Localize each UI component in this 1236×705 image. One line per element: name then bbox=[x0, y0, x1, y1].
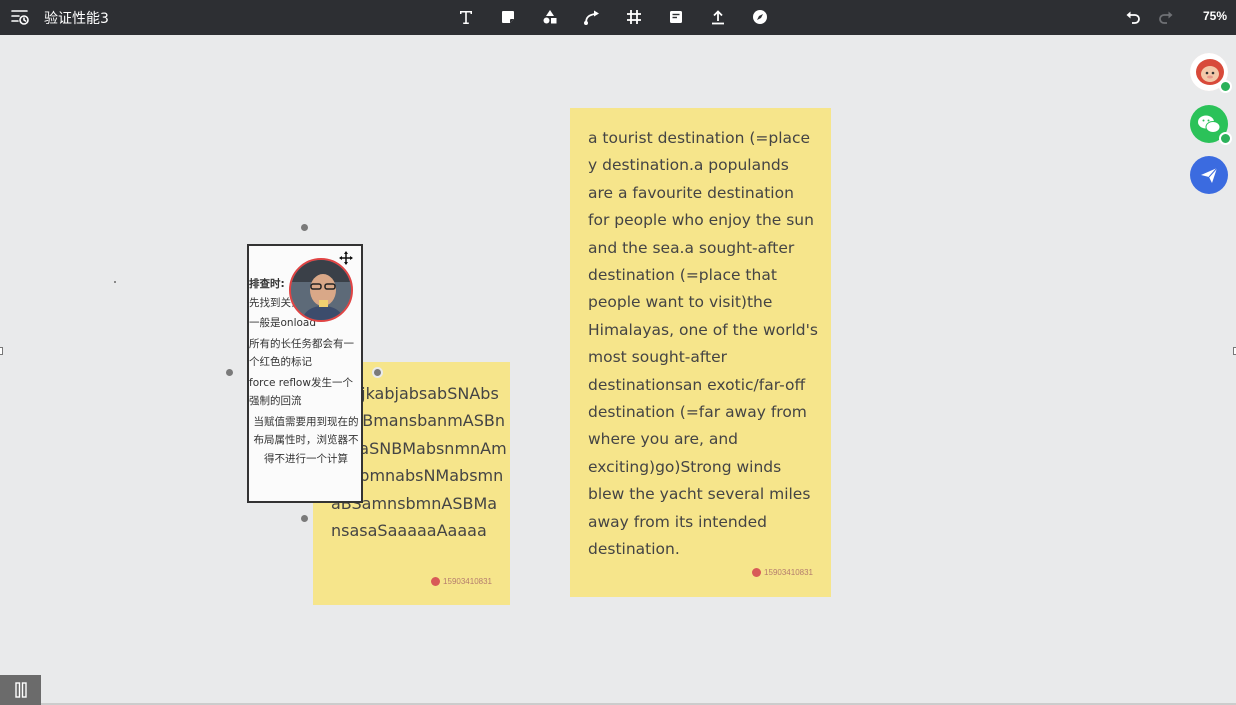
send-icon[interactable] bbox=[1190, 156, 1228, 194]
connector-icon[interactable] bbox=[580, 5, 604, 29]
whiteboard-canvas[interactable]: a tourist destination (=place y destinat… bbox=[0, 35, 1236, 705]
selection-handle-bottom[interactable] bbox=[299, 513, 310, 524]
selection-handle-top[interactable] bbox=[299, 222, 310, 233]
note-author-id: 15903410831 bbox=[443, 577, 492, 586]
undo-icon[interactable] bbox=[1121, 5, 1145, 29]
text-icon[interactable] bbox=[454, 5, 478, 29]
top-toolbar: 验证性能3 75% bbox=[0, 0, 1236, 35]
template-icon[interactable] bbox=[664, 5, 688, 29]
text-card-selected[interactable]: 排查时: 先找到关键 一般是onload 所有的长任务都会有一个红色的标记 fo… bbox=[247, 244, 363, 503]
canvas-edge-handle-left[interactable] bbox=[0, 347, 3, 355]
author-avatar-icon bbox=[752, 568, 762, 577]
zoom-level[interactable]: 75% bbox=[1203, 9, 1227, 23]
redo-icon[interactable] bbox=[1154, 5, 1178, 29]
card-line: force reflow发生一个强制的回流 bbox=[249, 376, 353, 408]
selection-handle-right[interactable] bbox=[372, 367, 383, 378]
move-icon[interactable] bbox=[339, 251, 353, 265]
user-avatar[interactable] bbox=[1190, 53, 1232, 93]
frame-icon[interactable] bbox=[622, 5, 646, 29]
selection-handle-left[interactable] bbox=[224, 367, 235, 378]
pause-icon[interactable] bbox=[0, 675, 41, 705]
note-author: 15903410831 bbox=[752, 568, 813, 577]
note-author-id: 15903410831 bbox=[764, 568, 813, 577]
shapes-icon[interactable] bbox=[538, 5, 562, 29]
author-avatar-icon bbox=[431, 577, 441, 586]
note-author: 15903410831 bbox=[431, 577, 492, 586]
sticky-note[interactable]: a tourist destination (=place y destinat… bbox=[570, 108, 831, 597]
menu-icon[interactable] bbox=[10, 7, 30, 27]
card-center-text: 当赋值需要用到现在的布局属性时，浏览器不得不进行一个计算 bbox=[253, 415, 359, 465]
card-image bbox=[289, 258, 353, 322]
board-title[interactable]: 验证性能3 bbox=[44, 8, 109, 28]
card-line: 所有的长任务都会有一个红色的标记 bbox=[249, 337, 354, 369]
sticky-note-icon[interactable] bbox=[496, 5, 520, 29]
online-status-icon bbox=[1219, 132, 1232, 145]
online-status-icon bbox=[1219, 80, 1232, 93]
compass-icon[interactable] bbox=[748, 5, 772, 29]
canvas-dot bbox=[114, 281, 116, 283]
sticky-note-text: a tourist destination (=place y destinat… bbox=[588, 129, 818, 559]
upload-icon[interactable] bbox=[706, 5, 730, 29]
wechat-icon[interactable] bbox=[1190, 105, 1232, 145]
